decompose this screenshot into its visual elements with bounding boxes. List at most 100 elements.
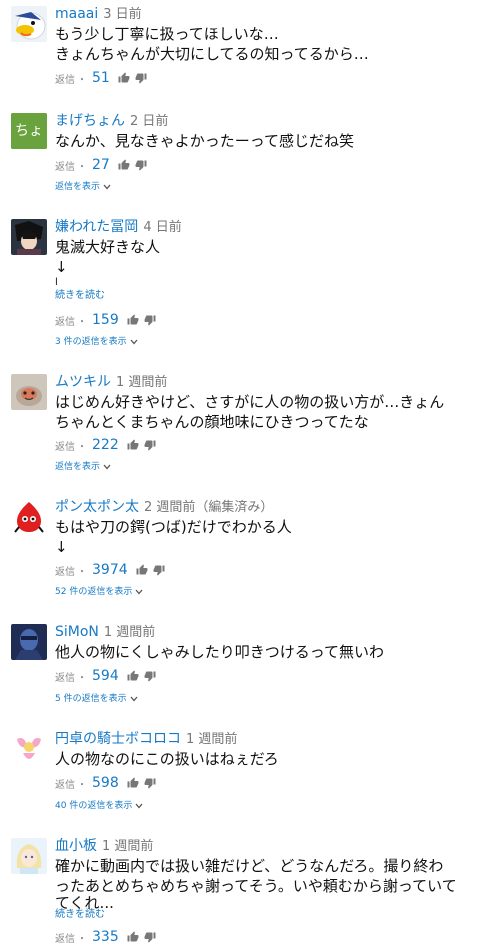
comment-text: 他人の物にくしゃみしたり叩きつけるって無いわ	[55, 642, 475, 662]
reply-button[interactable]: 返信	[55, 313, 75, 328]
thumbs-down-icon[interactable]	[144, 777, 156, 789]
show-replies-link[interactable]: 返信を表示	[55, 461, 111, 473]
comment-author[interactable]: SiMoN	[55, 624, 99, 640]
comment-time[interactable]: 2 週間前（編集済み）	[144, 500, 273, 515]
avatar[interactable]	[11, 838, 47, 874]
read-more-link[interactable]: 続きを読む	[55, 290, 105, 302]
reply-button[interactable]: 返信	[55, 158, 75, 173]
read-more-link[interactable]: 続きを読む	[55, 909, 105, 921]
thumbs-down-icon[interactable]	[144, 670, 156, 682]
thumbs-up-icon[interactable]	[118, 159, 130, 171]
separator-dot: ・	[77, 779, 87, 791]
comment-text-line: 鬼滅大好きな人	[55, 238, 161, 256]
comment-text-line: ちゃんとくまちゃんの顔地味にひきつってたな	[55, 413, 369, 431]
reply-button[interactable]: 返信	[55, 563, 75, 578]
thumbs-up-icon[interactable]	[127, 439, 139, 451]
comment-item: 血小板 1 週間前 確かに動画内では扱い雑だけど、どうなんだろ。撮り終わ ったあと…	[0, 838, 483, 946]
comment-actions: 返信 ・ 335	[55, 928, 156, 946]
comment-author[interactable]: 血小板	[55, 838, 97, 854]
thumbs-down-icon[interactable]	[144, 314, 156, 326]
comment-actions: 返信 ・ 222	[55, 436, 156, 454]
avatar[interactable]	[11, 6, 47, 42]
thumbs-down-icon[interactable]	[153, 564, 165, 576]
avatar[interactable]	[11, 731, 47, 767]
comment-actions: 返信 ・ 159	[55, 311, 156, 329]
comment-time[interactable]: 3 日前	[103, 7, 141, 22]
comment-time[interactable]: 1 週間前	[186, 732, 237, 747]
separator-dot: ・	[77, 672, 87, 684]
comment-actions: 返信 ・ 594	[55, 667, 156, 685]
show-replies-link[interactable]: 5 件の返信を表示	[55, 693, 138, 705]
reply-button[interactable]: 返信	[55, 930, 75, 945]
chevron-down-icon	[130, 696, 138, 702]
comment-text: 人の物なのにこの扱いはねぇだろ	[55, 749, 475, 769]
comment-item: 円卓の騎士ボコロコ 1 週間前 人の物なのにこの扱いはねぇだろ 返信 ・ 598 …	[0, 731, 483, 821]
thumbs-up-icon[interactable]	[127, 314, 139, 326]
comment-text: なんか、見なきゃよかったーって感じだね笑	[55, 131, 475, 151]
comment-actions: 返信 ・ 3974	[55, 561, 165, 579]
thumbs-down-icon[interactable]	[135, 159, 147, 171]
thumbs-up-icon[interactable]	[127, 931, 139, 943]
avatar[interactable]	[11, 374, 47, 410]
comment-item: ポン太ポン太 2 週間前（編集済み） もはや刀の鍔(つば)だけでわかる人 ↓ 返信…	[0, 499, 483, 604]
thumbs-up-icon[interactable]	[127, 670, 139, 682]
show-replies-label: 3 件の返信を表示	[55, 337, 127, 347]
show-replies-label: 返信を表示	[55, 182, 101, 192]
red-character-icon	[11, 499, 47, 535]
anime-girl-icon	[11, 838, 47, 874]
reply-button[interactable]: 返信	[55, 669, 75, 684]
comment-author[interactable]: ムツキル	[55, 374, 111, 390]
comment-author[interactable]: maaai	[55, 6, 98, 22]
thumbs-up-icon[interactable]	[136, 564, 148, 576]
show-replies-link[interactable]: 40 件の返信を表示	[55, 800, 143, 812]
comment-time[interactable]: 1 週間前	[104, 625, 155, 640]
separator-dot: ・	[77, 74, 87, 86]
thumbs-down-icon[interactable]	[135, 72, 147, 84]
superhero-icon	[11, 624, 47, 660]
like-count: 594	[92, 668, 119, 684]
avatar[interactable]	[11, 219, 47, 255]
comment-author[interactable]: 円卓の騎士ボコロコ	[55, 731, 181, 747]
avatar[interactable]	[11, 624, 47, 660]
separator-dot: ・	[77, 933, 87, 945]
like-count: 3974	[92, 562, 128, 578]
show-replies-link[interactable]: 52 件の返信を表示	[55, 586, 143, 598]
thumbs-down-icon[interactable]	[144, 931, 156, 943]
thumbs-down-icon[interactable]	[144, 439, 156, 451]
fairy-icon	[11, 731, 47, 767]
comment-time[interactable]: 4 日前	[143, 220, 181, 235]
like-count: 222	[92, 437, 119, 453]
reply-button[interactable]: 返信	[55, 438, 75, 453]
comment-author[interactable]: 嫌われた冨岡	[55, 219, 138, 235]
like-count: 159	[92, 312, 119, 328]
comment-text-line: 確かに動画内では扱い雑だけど、どうなんだろ。撮り終わ	[55, 857, 444, 875]
separator-dot: ・	[77, 316, 87, 328]
comment-time[interactable]: 1 週間前	[116, 375, 167, 390]
comment-author[interactable]: ポン太ポン太	[55, 499, 139, 515]
show-replies-label: 5 件の返信を表示	[55, 694, 127, 704]
comment-actions: 返信 ・ 598	[55, 774, 156, 792]
comment-actions: 返信 ・ 51	[55, 69, 147, 87]
comment-item: SiMoN 1 週間前 他人の物にくしゃみしたり叩きつけるって無いわ 返信 ・ 5…	[0, 624, 483, 714]
comment-time[interactable]: 1 週間前	[102, 839, 153, 854]
show-replies-link[interactable]: 返信を表示	[55, 181, 111, 193]
show-replies-link[interactable]: 3 件の返信を表示	[55, 336, 138, 348]
comment-text: もはや刀の鍔(つば)だけでわかる人 ↓	[55, 517, 475, 557]
comment-item: ムツキル 1 週間前 はじめん好きやけど、さすがに人の物の扱い方が…きょん ちゃん…	[0, 374, 483, 474]
comment-author[interactable]: まげちょん	[55, 113, 125, 129]
avatar-initials: ちょ	[15, 123, 43, 139]
separator-dot: ・	[77, 566, 87, 578]
reply-button[interactable]: 返信	[55, 71, 75, 86]
comment-text-line: ↓	[55, 258, 68, 276]
avatar[interactable]: ちょ	[11, 113, 47, 149]
thumbs-up-icon[interactable]	[118, 72, 130, 84]
chevron-down-icon	[130, 339, 138, 345]
thumbs-up-icon[interactable]	[127, 777, 139, 789]
separator-dot: ・	[77, 161, 87, 173]
comment-text: はじめん好きやけど、さすがに人の物の扱い方が…きょん ちゃんとくまちゃんの顔地味…	[55, 392, 475, 432]
like-count: 51	[92, 70, 110, 86]
chevron-down-icon	[135, 589, 143, 595]
comment-time[interactable]: 2 日前	[130, 114, 168, 129]
reply-button[interactable]: 返信	[55, 776, 75, 791]
avatar[interactable]	[11, 499, 47, 535]
